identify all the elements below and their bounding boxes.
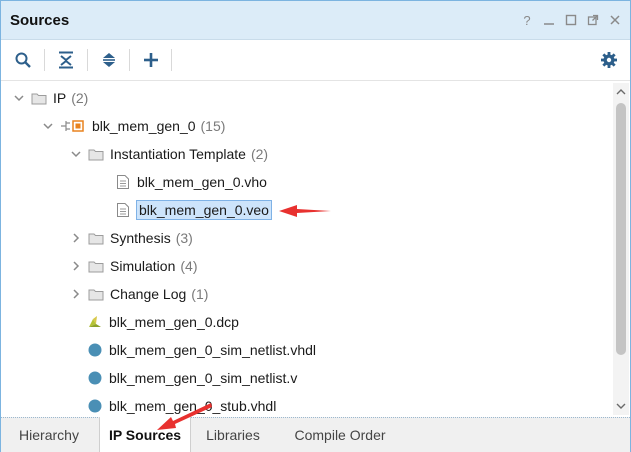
chevron-down-icon[interactable]: [70, 148, 82, 160]
chevron-down-icon[interactable]: [13, 92, 25, 104]
annotation-arrow-icon: [157, 403, 212, 430]
collapse-all-icon[interactable]: [54, 48, 78, 72]
chevron-right-icon[interactable]: [70, 260, 82, 272]
tree-node-label: blk_mem_gen_0_sim_netlist.v: [109, 370, 298, 386]
tree-node-label: blk_mem_gen_0.vho: [137, 174, 267, 190]
tree-node-label: blk_mem_gen_0: [92, 118, 196, 134]
tree-node-ip[interactable]: IP (2): [13, 86, 88, 110]
file-icon: [115, 202, 131, 218]
tree-node-count: (3): [175, 230, 193, 246]
tree-node-count: (2): [71, 90, 89, 106]
file-icon: [115, 174, 131, 190]
panel-titlebar: Sources ?: [1, 1, 630, 40]
sources-tree[interactable]: IP (2) blk_mem_gen_0 (15) Instantiation …: [1, 83, 613, 415]
tree-node-dcp-file[interactable]: blk_mem_gen_0.dcp: [87, 310, 239, 334]
folder-icon: [31, 90, 47, 106]
source-file-dot-icon: [87, 370, 103, 386]
scroll-up-icon[interactable]: [613, 85, 629, 99]
chevron-right-icon[interactable]: [70, 232, 82, 244]
tab-hierarchy[interactable]: Hierarchy: [7, 418, 91, 452]
restore-icon[interactable]: [564, 13, 578, 27]
help-icon[interactable]: ?: [520, 13, 534, 28]
tab-compile-order[interactable]: Compile Order: [281, 418, 399, 452]
tree-node-count: (1): [191, 286, 209, 302]
tree-node-label: Simulation: [110, 258, 176, 274]
folder-icon: [88, 230, 104, 246]
tree-node-vho-file[interactable]: blk_mem_gen_0.vho: [115, 170, 267, 194]
tree-node-label: blk_mem_gen_0_sim_netlist.vhdl: [109, 342, 316, 358]
annotation-arrow-icon: [279, 205, 331, 217]
toolbar-separator: [87, 49, 88, 71]
tree-node-sim-netlist-vhdl[interactable]: blk_mem_gen_0_sim_netlist.vhdl: [87, 338, 316, 362]
checkpoint-icon: [87, 314, 103, 330]
tree-node-count: (4): [180, 258, 198, 274]
tree-node-label: blk_mem_gen_0.dcp: [109, 314, 239, 330]
tree-node-label: Change Log: [110, 286, 187, 302]
vertical-scrollbar[interactable]: [613, 83, 629, 415]
source-file-dot-icon: [87, 342, 103, 358]
window-controls: ?: [520, 13, 622, 28]
tree-node-label: IP: [53, 90, 67, 106]
tree-node-instantiation-template[interactable]: Instantiation Template (2): [70, 142, 268, 166]
tree-node-veo-file[interactable]: blk_mem_gen_0.veo: [115, 198, 272, 222]
sources-panel: Sources ? IP (2) blk_mem_gen_0 (15) Inst…: [0, 0, 631, 452]
scroll-down-icon[interactable]: [613, 399, 629, 413]
toolbar-separator: [129, 49, 130, 71]
gear-icon[interactable]: [597, 48, 621, 72]
chevron-right-icon[interactable]: [70, 288, 82, 300]
tree-node-label: Instantiation Template: [110, 146, 246, 162]
tree-node-count: (2): [250, 146, 269, 162]
scrollbar-thumb[interactable]: [616, 103, 626, 355]
minimize-icon[interactable]: [542, 13, 556, 27]
panel-title: Sources: [10, 12, 70, 29]
add-icon[interactable]: [139, 48, 163, 72]
sources-tab-bar: Hierarchy IP Sources Libraries Compile O…: [1, 417, 630, 452]
ip-core-icon: [60, 118, 86, 134]
tree-node-count: (15): [200, 118, 226, 134]
tree-node-label: Synthesis: [110, 230, 171, 246]
tree-node-ip-core[interactable]: blk_mem_gen_0 (15): [42, 114, 225, 138]
tree-node-sim-netlist-v[interactable]: blk_mem_gen_0_sim_netlist.v: [87, 366, 297, 390]
search-icon[interactable]: [11, 48, 35, 72]
tree-node-change-log[interactable]: Change Log (1): [70, 282, 208, 306]
sources-toolbar: [1, 40, 630, 81]
tree-node-simulation[interactable]: Simulation (4): [70, 254, 198, 278]
toolbar-separator: [171, 49, 172, 71]
tree-node-synthesis[interactable]: Synthesis (3): [70, 226, 193, 250]
folder-icon: [88, 146, 104, 162]
close-icon[interactable]: [608, 13, 622, 27]
toolbar-separator: [44, 49, 45, 71]
expand-all-icon[interactable]: [97, 48, 121, 72]
float-icon[interactable]: [586, 13, 600, 27]
folder-icon: [88, 258, 104, 274]
tree-node-label-selected: blk_mem_gen_0.veo: [136, 200, 272, 220]
folder-icon: [88, 286, 104, 302]
source-file-dot-icon: [87, 398, 103, 414]
chevron-down-icon[interactable]: [42, 120, 54, 132]
